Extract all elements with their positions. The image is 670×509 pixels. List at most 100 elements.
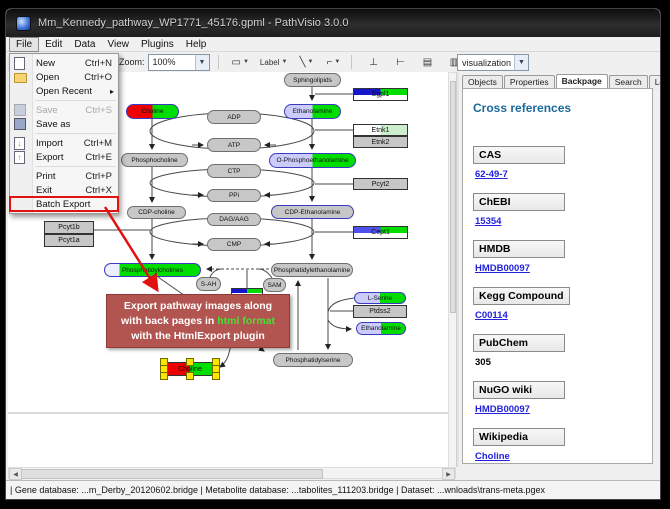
node-sphingolipids[interactable]: Sphingolipids	[284, 73, 341, 87]
datanode-tool-button[interactable]: ▭▼	[230, 54, 251, 70]
menubar-item-edit[interactable]: Edit	[39, 38, 68, 51]
node-cmp[interactable]: CMP	[207, 238, 261, 251]
file-menu-item-batch-export[interactable]: Batch Export	[10, 197, 118, 211]
zoom-combobox[interactable]: 100% ▼	[148, 54, 210, 71]
xref-source-pubchem: PubChem	[473, 334, 565, 352]
selection-handle[interactable]	[186, 358, 194, 366]
node-etnk2[interactable]: Etnk2	[353, 136, 408, 148]
xref-link[interactable]: 15354	[475, 216, 652, 227]
chevron-down-icon[interactable]: ▼	[243, 59, 249, 65]
node-phosphocholine[interactable]: Phosphocholine	[121, 153, 188, 167]
node-o-phosphoethanolamine[interactable]: O-Phosphoethanolamine	[269, 153, 356, 168]
chevron-down-icon[interactable]: ▼	[334, 59, 340, 65]
align-vertical-center-button[interactable]: ⊥	[363, 54, 383, 70]
node-pcyt1b[interactable]: Pcyt1b	[44, 221, 94, 234]
chevron-down-icon[interactable]: ▼	[195, 55, 209, 70]
visualization-combobox[interactable]: visualization ▼	[457, 54, 529, 71]
menu-item-shortcut: Ctrl+X	[85, 185, 112, 196]
node-pcyt2[interactable]: Pcyt2	[353, 178, 408, 190]
scrollbar-thumb[interactable]	[21, 469, 323, 479]
stack-vertical-button[interactable]: ▤	[417, 54, 437, 70]
node-phosphatidylethanolamine[interactable]: Phosphatidylethanolamine	[271, 263, 353, 277]
tab-backpage[interactable]: Backpage	[556, 74, 608, 89]
xref-link[interactable]: Choline	[475, 451, 652, 462]
node-pcyt1a[interactable]: Pcyt1a	[44, 234, 94, 247]
window-title: Mm_Kennedy_pathway_WP1771_45176.gpml - P…	[38, 17, 348, 29]
node-ethanolamine-top[interactable]: Ethanolamine	[284, 104, 341, 119]
label-tool-button[interactable]: Label▼	[258, 54, 290, 70]
xref-source-wikipedia: Wikipedia	[473, 428, 565, 446]
line-tool-button[interactable]: ╲▼	[296, 54, 316, 70]
file-menu-item-open[interactable]: OpenCtrl+O	[10, 70, 118, 84]
xref-value: 305	[475, 357, 652, 368]
file-menu-item-exit[interactable]: ExitCtrl+X	[10, 183, 118, 197]
sidebar-panel: ObjectsPropertiesBackpageSearchLegend Cr…	[459, 72, 657, 467]
file-menu-item-print[interactable]: PrintCtrl+P	[10, 169, 118, 183]
file-menu-item-save[interactable]: SaveCtrl+S	[10, 103, 118, 117]
menu-separator	[35, 100, 116, 101]
node-etnk1[interactable]: Etnk1	[353, 124, 408, 136]
menubar-item-plugins[interactable]: Plugins	[135, 38, 180, 51]
node-phosphatidylcholines[interactable]: Phosphatidylcholines	[104, 263, 201, 277]
file-menu-item-export[interactable]: ↑ExportCtrl+E	[10, 150, 118, 164]
selection-handle[interactable]	[160, 372, 168, 380]
menubar-item-help[interactable]: Help	[180, 38, 213, 51]
label-tool-icon: Label	[260, 58, 280, 67]
toolbar-separator	[218, 55, 219, 69]
new-file-icon	[14, 57, 25, 70]
menubar-item-data[interactable]: Data	[68, 38, 101, 51]
xref-source-hmdb: HMDB	[473, 240, 565, 258]
node-atp[interactable]: ATP	[207, 138, 261, 152]
submenu-arrow-icon: ▸	[110, 87, 114, 96]
node-ptdss2[interactable]: Ptdss2	[353, 305, 407, 318]
node-cdp-choline[interactable]: CDP-choline	[127, 206, 186, 219]
node-sam[interactable]: SAM	[263, 278, 286, 292]
node-ctp[interactable]: CTP	[207, 164, 261, 178]
align-horizontal-center-button[interactable]: ⊢	[390, 54, 410, 70]
app-icon	[16, 16, 31, 31]
title-bar[interactable]: Mm_Kennedy_pathway_WP1771_45176.gpml - P…	[6, 9, 660, 37]
xref-link[interactable]: HMDB00097	[475, 263, 652, 274]
pathvisio-window: Mm_Kennedy_pathway_WP1771_45176.gpml - P…	[5, 8, 661, 500]
node-s-ah[interactable]: S-AH	[196, 277, 221, 291]
canvas-horizontal-scrollbar[interactable]: ◀ ▶	[8, 467, 456, 479]
node-l-serine[interactable]: L-Serine	[354, 292, 406, 304]
chevron-down-icon[interactable]: ▼	[514, 55, 528, 70]
node-cdp-ethanolamine[interactable]: CDP-Ethanolamine	[271, 205, 354, 219]
file-menu-item-save-as[interactable]: Save as	[10, 117, 118, 131]
chevron-down-icon[interactable]: ▼	[307, 59, 313, 65]
node-dag-aag[interactable]: DAG/AAG	[207, 213, 261, 226]
cross-reference-sections: CAS62-49-7ChEBI15354HMDBHMDB00097Kegg Co…	[473, 146, 652, 462]
menubar-item-file[interactable]: File	[9, 37, 39, 52]
menu-item-shortcut: Ctrl+S	[85, 105, 112, 116]
xref-link[interactable]: 62-49-7	[475, 169, 652, 180]
node-choline-top[interactable]: Choline	[126, 104, 179, 119]
save-icon	[14, 104, 26, 116]
annotation-text: with the HtmlExport plugin	[131, 330, 265, 342]
xref-link[interactable]: HMDB00097	[475, 404, 652, 415]
chevron-down-icon[interactable]: ▼	[282, 59, 288, 65]
selection-handle[interactable]	[186, 372, 194, 380]
file-menu-item-import[interactable]: ↓ImportCtrl+M	[10, 136, 118, 150]
status-bar: | Gene database: ...m_Derby_20120602.bri…	[6, 480, 660, 499]
xref-link[interactable]: C00114	[475, 310, 652, 321]
node-phosphatidylserine[interactable]: Phosphatidylserine	[273, 353, 353, 367]
connector-tool-button[interactable]: ⌐▼	[323, 54, 343, 70]
xref-source-kegg-compound: Kegg Compound	[473, 287, 570, 305]
file-menu-item-open-recent[interactable]: Open Recent▸	[10, 84, 118, 98]
bottom-scroll-row: ◀ ▶	[6, 467, 660, 479]
node-cept1[interactable]: Cept1	[353, 226, 408, 239]
menu-item-label: Import	[36, 138, 84, 149]
scroll-right-icon[interactable]: ▶	[442, 468, 455, 480]
node-ethanolamine-bottom[interactable]: Ethanolamine	[356, 322, 406, 335]
connector-tool-icon: ⌐	[327, 57, 333, 68]
zoom-value: 100%	[153, 57, 176, 67]
menu-item-label: Open Recent	[36, 86, 110, 97]
xref-source-cas: CAS	[473, 146, 565, 164]
node-adp[interactable]: ADP	[207, 110, 261, 124]
file-menu-item-new[interactable]: NewCtrl+N	[10, 56, 118, 70]
node-ppi[interactable]: PPi	[207, 189, 261, 202]
menubar-item-view[interactable]: View	[101, 38, 135, 51]
node-sgpl1[interactable]: Sgpl1	[353, 88, 408, 101]
selection-handle[interactable]	[212, 372, 220, 380]
